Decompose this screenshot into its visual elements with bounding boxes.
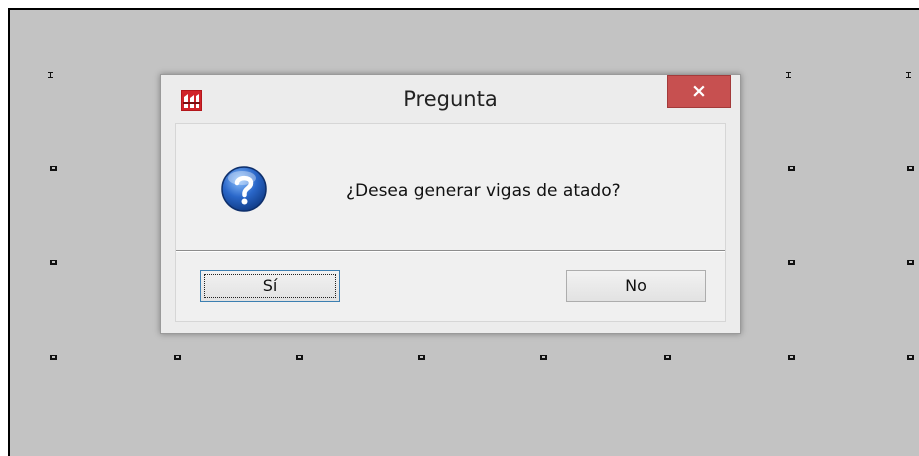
grid-node [48,72,53,78]
dialog-content: ¿Desea generar vigas de atado? Sí No [175,123,726,322]
grid-node [664,355,671,360]
no-button-label: No [625,276,647,295]
grid-node [788,166,795,171]
no-button[interactable]: No [566,270,706,302]
grid-node [174,355,181,360]
grid-node [50,355,57,360]
grid-node [50,260,57,265]
grid-node [786,72,791,78]
close-button[interactable]: × [667,75,731,108]
divider [176,250,725,252]
grid-node [907,166,914,171]
grid-node [296,355,303,360]
grid-node [50,166,57,171]
dialog-titlebar[interactable]: Pregunta × [161,75,740,123]
grid-node [907,260,914,265]
question-dialog: Pregunta × ¿Desea generar vigas de atado… [160,74,741,334]
dialog-message: ¿Desea generar vigas de atado? [346,181,621,201]
grid-node [788,355,795,360]
yes-button[interactable]: Sí [200,270,340,302]
grid-node [418,355,425,360]
grid-node [540,355,547,360]
grid-node [906,72,911,78]
dialog-title: Pregunta [403,87,498,111]
focus-ring [204,274,336,298]
grid-node [907,355,914,360]
grid-node [788,260,795,265]
close-icon: × [691,80,707,102]
question-icon [220,165,268,213]
